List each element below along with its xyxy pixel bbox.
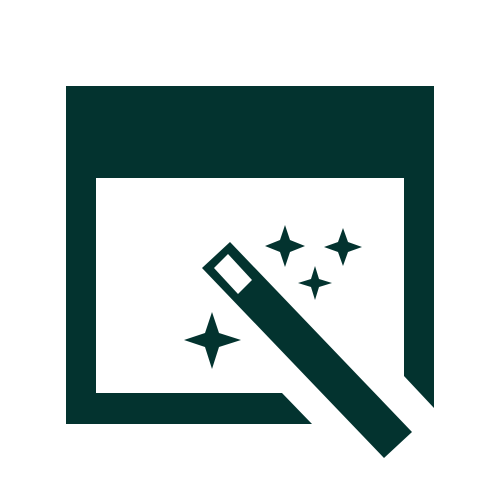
sparkle-icon <box>298 266 332 300</box>
browser-window-frame <box>66 86 434 424</box>
sparkle-icon <box>265 225 305 267</box>
browser-window-icon <box>66 86 434 424</box>
sparkle-icon <box>184 312 241 369</box>
icon-canvas <box>0 0 500 500</box>
sparkle-icon <box>324 228 362 266</box>
magic-wand-icon <box>202 242 412 458</box>
browser-window-magic-wand-icon <box>66 86 434 458</box>
